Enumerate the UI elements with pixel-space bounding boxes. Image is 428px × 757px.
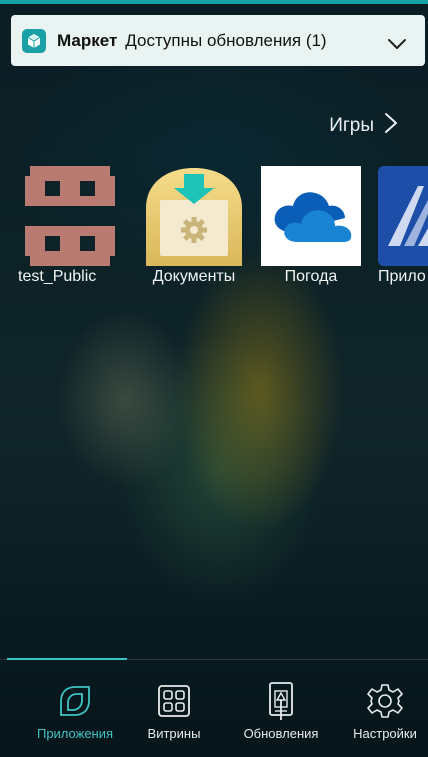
status-accent-line [0, 0, 428, 4]
chevron-right-icon [384, 112, 398, 140]
update-notification[interactable]: Маркет Доступны обновления (1) [11, 15, 425, 66]
tab-label: Настройки [353, 726, 417, 741]
category-games-link[interactable]: Игры [329, 112, 398, 140]
tab-apps[interactable]: Приложения [25, 681, 125, 741]
app-label: Документы [152, 268, 236, 285]
tab-active-indicator [7, 658, 127, 660]
category-label: Игры [329, 115, 374, 136]
tab-updates[interactable]: Обновления [231, 681, 331, 741]
tab-label: Приложения [36, 726, 114, 741]
notification-app-name: Маркет [57, 30, 118, 50]
home-screen: Маркет Доступны обновления (1) Игры test… [0, 0, 428, 757]
tab-label: Витрины [147, 726, 201, 741]
app-documents[interactable]: Документы [144, 166, 244, 285]
app-weather[interactable]: Погода [261, 166, 361, 285]
leaf-icon [25, 681, 125, 721]
tab-label: Обновления [243, 726, 319, 741]
market-cube-icon [22, 28, 46, 53]
pixel-invader-icon [20, 166, 120, 266]
grid-icon [124, 681, 224, 721]
gear-icon [335, 681, 428, 721]
app-blue-icon [378, 166, 428, 266]
phone-update-icon [231, 681, 331, 721]
app-label: test_Public [18, 268, 97, 285]
app-label: Погода [284, 268, 338, 285]
tab-settings[interactable]: Настройки [335, 681, 428, 741]
onedrive-cloud-icon [261, 166, 361, 266]
app-partial[interactable]: Прило [378, 166, 428, 285]
notification-message: Доступны обновления (1) [125, 30, 327, 50]
documents-download-icon [144, 166, 244, 266]
tab-showcases[interactable]: Витрины [124, 681, 224, 741]
app-test-public[interactable]: test_Public [18, 166, 120, 285]
app-label: Прило [378, 268, 426, 285]
chevron-down-icon[interactable] [387, 35, 407, 54]
